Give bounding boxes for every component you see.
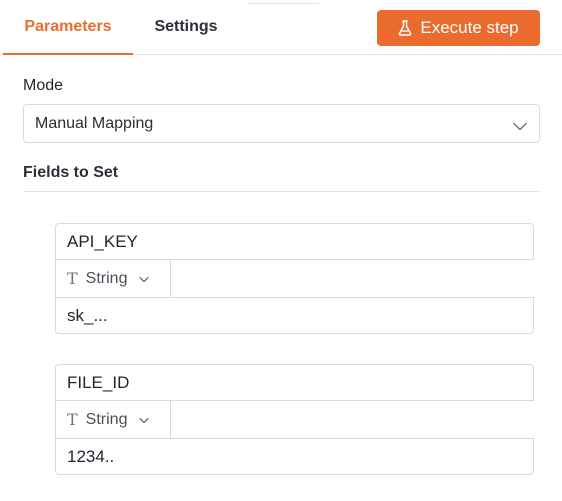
field-value-input[interactable]: sk_... <box>55 297 534 334</box>
field-name-input[interactable]: FILE_ID <box>55 364 534 401</box>
field-value-text: 1234.. <box>67 446 115 466</box>
text-type-icon: T <box>67 269 78 288</box>
execute-step-button[interactable]: Execute step <box>377 10 540 46</box>
top-bar: Parameters Settings Execute step <box>0 0 562 55</box>
flask-icon <box>398 20 412 36</box>
chevron-down-icon <box>513 118 527 136</box>
tab-parameters-label: Parameters <box>24 17 112 35</box>
mode-select[interactable]: Manual Mapping <box>23 104 540 143</box>
fields-to-set-label: Fields to Set <box>23 164 119 181</box>
chevron-down-icon <box>139 411 150 429</box>
tab-parameters[interactable]: Parameters <box>3 0 133 55</box>
tab-settings[interactable]: Settings <box>139 0 233 54</box>
section-divider <box>23 191 540 192</box>
field-type-row: T String <box>55 400 534 439</box>
mode-label: Mode <box>23 77 64 94</box>
field-type-select[interactable]: T String <box>55 400 171 439</box>
tab-settings-label: Settings <box>154 18 218 35</box>
text-type-icon: T <box>67 410 78 429</box>
chevron-down-icon <box>139 270 150 288</box>
field-type-select[interactable]: T String <box>55 259 171 298</box>
top-divider-notch <box>247 0 319 4</box>
mode-selected-value: Manual Mapping <box>35 114 154 132</box>
field-type-value: String <box>85 410 128 428</box>
field-name-value: FILE_ID <box>67 372 130 392</box>
field-name-value: API_KEY <box>67 231 138 251</box>
field-name-input[interactable]: API_KEY <box>55 223 534 260</box>
execute-step-label: Execute step <box>420 18 519 37</box>
field-type-value: String <box>85 269 128 287</box>
field-value-input[interactable]: 1234.. <box>55 438 534 475</box>
field-value-text: sk_... <box>67 305 108 325</box>
field-type-row: T String <box>55 259 534 298</box>
